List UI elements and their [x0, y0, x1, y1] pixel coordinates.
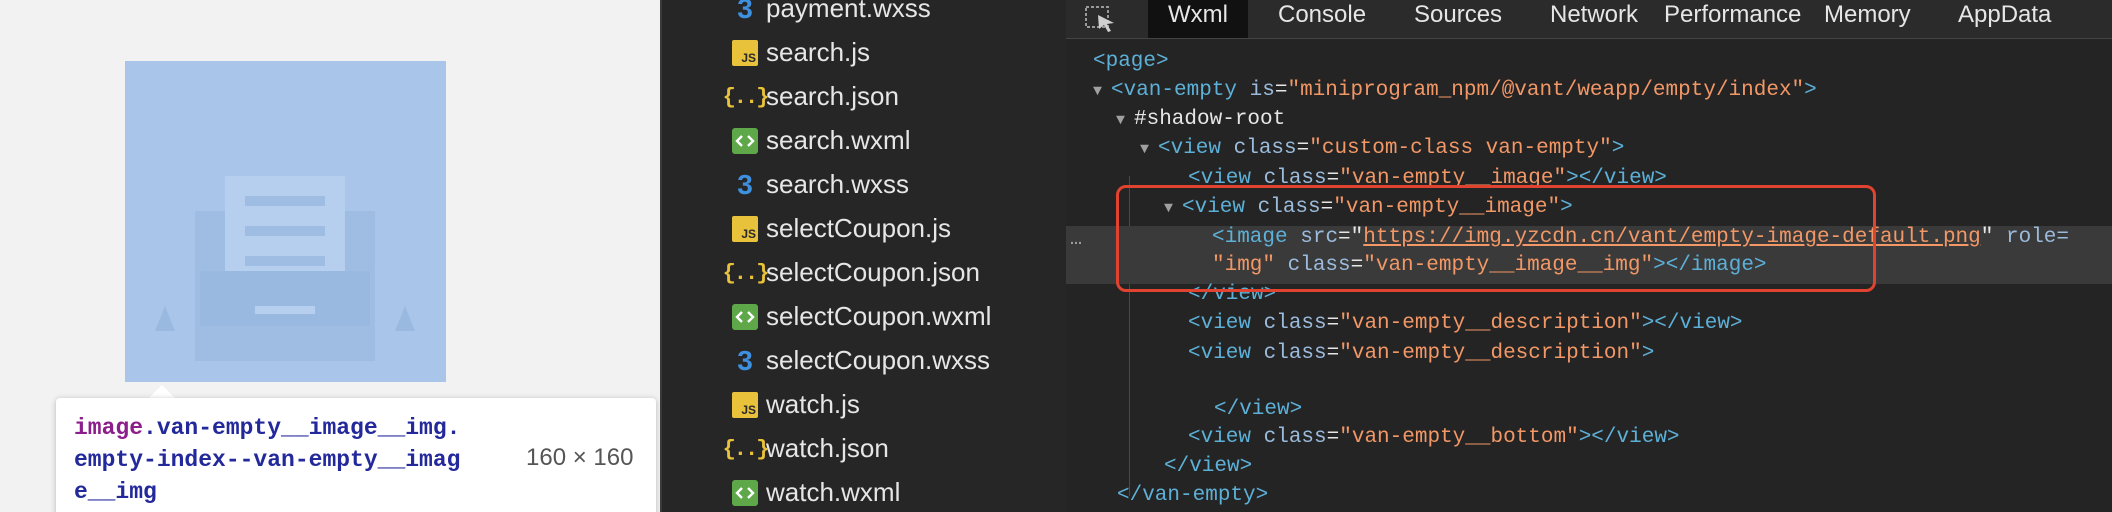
wxml-file-icon: [732, 480, 758, 506]
file-item[interactable]: JS selectCoupon.js: [732, 208, 951, 248]
file-name: search.wxml: [766, 124, 911, 155]
tab-appdata[interactable]: AppData: [1958, 0, 2051, 38]
file-name: selectCoupon.wxml: [766, 300, 992, 331]
tab-network[interactable]: Network: [1550, 0, 1638, 38]
json-file-icon: {..}: [722, 84, 770, 110]
file-name: selectCoupon.js: [766, 212, 951, 243]
js-file-icon: JS: [732, 392, 758, 418]
element-info-tooltip: image.van-empty__image__img.empty-index-…: [56, 398, 656, 512]
file-item[interactable]: JS search.js: [732, 32, 871, 72]
file-name: watch.json: [766, 432, 889, 463]
js-file-icon: JS: [732, 216, 758, 242]
tab-wxml[interactable]: Wxml: [1148, 0, 1248, 38]
wxss-file-icon: 3: [737, 169, 753, 200]
node-view-van-empty[interactable]: ▼ <view class="custom-class van-empty">: [1140, 135, 1624, 163]
js-file-icon: JS: [732, 40, 758, 66]
file-item[interactable]: 3 selectCoupon.wxss: [737, 340, 990, 380]
file-item[interactable]: watch.wxml: [732, 472, 901, 512]
node-actions-ellipsis[interactable]: …: [1070, 228, 1082, 251]
tab-memory[interactable]: Memory: [1824, 0, 1911, 38]
file-name: watch.js: [766, 388, 860, 419]
empty-image-placeholder-icon: [125, 61, 446, 382]
file-name: search.js: [766, 36, 871, 67]
node-view-description-2[interactable]: <view class="van-empty__description">: [1188, 340, 1654, 368]
simulator-preview: image.van-empty__image__img.empty-index-…: [0, 0, 660, 512]
tooltip-arrow: [148, 385, 176, 399]
file-item[interactable]: 3 search.wxss: [737, 164, 910, 204]
file-name: search.wxss: [766, 168, 910, 199]
node-close-van-empty[interactable]: </van-empty>: [1117, 482, 1268, 510]
file-name: selectCoupon.json: [766, 256, 980, 287]
node-van-empty[interactable]: ▼ <van-empty is="miniprogram_npm/@vant/we…: [1093, 77, 1817, 105]
annotation-red-box: [1116, 185, 1876, 292]
node-page[interactable]: <page>: [1093, 48, 1169, 76]
file-name: search.json: [766, 80, 899, 111]
tab-performance[interactable]: Performance: [1664, 0, 1801, 38]
tooltip-tag-name: image: [74, 415, 144, 441]
expand-triangle-icon[interactable]: ▼: [1093, 78, 1111, 106]
file-item[interactable]: search.wxml: [732, 120, 911, 160]
devtools-tab-bar: Wxml Console Sources Network Performance Memo…: [1066, 0, 2112, 39]
element-highlight-overlay: [125, 61, 446, 382]
node-close-view[interactable]: </view>: [1214, 396, 1302, 424]
file-item[interactable]: selectCoupon.wxml: [732, 296, 992, 336]
inspect-element-icon[interactable]: [1084, 3, 1118, 33]
file-item[interactable]: {..} selectCoupon.json: [723, 252, 980, 292]
tooltip-selector: image.van-empty__image__img.empty-index-…: [74, 412, 474, 508]
json-file-icon: {..}: [722, 260, 770, 286]
file-tree: 3 payment.wxss JS search.js {..} search.json s…: [662, 0, 1066, 512]
node-shadow-root[interactable]: ▼ #shadow-root: [1116, 106, 1285, 134]
node-view-bottom[interactable]: <view class="van-empty__bottom"></view>: [1188, 424, 1680, 452]
tab-sources[interactable]: Sources: [1414, 0, 1502, 38]
node-view-description-1[interactable]: <view class="van-empty__description"></v…: [1188, 310, 1743, 338]
wxss-file-icon: 3: [737, 0, 753, 24]
json-file-icon: {..}: [722, 436, 770, 462]
tab-console[interactable]: Console: [1278, 0, 1366, 38]
file-item[interactable]: {..} watch.json: [723, 428, 889, 468]
file-item[interactable]: JS watch.js: [732, 384, 860, 424]
expand-triangle-icon[interactable]: ▼: [1116, 107, 1134, 135]
wxss-file-icon: 3: [737, 345, 753, 376]
file-item[interactable]: {..} search.json: [723, 76, 899, 116]
file-name: payment.wxss: [766, 0, 931, 23]
node-close-view[interactable]: </view>: [1164, 453, 1252, 481]
wxml-file-icon: [732, 304, 758, 330]
file-name: watch.wxml: [766, 476, 901, 507]
expand-triangle-icon[interactable]: ▼: [1140, 136, 1158, 164]
tooltip-dimensions: 160 × 160: [526, 444, 634, 471]
wxml-file-icon: [732, 128, 758, 154]
file-name: selectCoupon.wxss: [766, 344, 990, 375]
file-item[interactable]: 3 payment.wxss: [737, 0, 931, 28]
